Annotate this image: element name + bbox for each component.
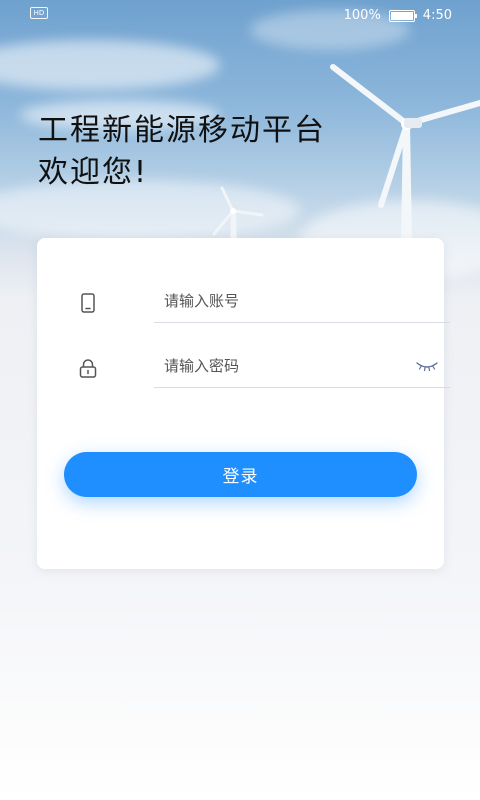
page-title-line1: 工程新能源移动平台 <box>38 113 326 148</box>
battery-percent: 100% <box>343 8 381 23</box>
page-title: 工程新能源移动平台 欢迎您! <box>38 110 326 194</box>
battery-level-fill <box>390 11 413 20</box>
account-input[interactable] <box>154 280 450 323</box>
password-field <box>77 345 450 389</box>
lock-icon <box>79 359 97 378</box>
phone-icon <box>81 293 95 313</box>
password-input[interactable] <box>154 345 450 388</box>
hd-icon: HD <box>30 7 48 19</box>
login-button-label: 登录 <box>222 467 259 487</box>
status-bar: HD 100% 4:50 <box>0 0 480 32</box>
page-title-line2: 欢迎您! <box>38 155 149 190</box>
login-card: 登录 <box>37 238 450 569</box>
battery-icon <box>388 9 417 22</box>
eye-closed-icon[interactable] <box>415 358 439 374</box>
login-button[interactable]: 登录 <box>64 452 417 497</box>
account-field <box>77 280 450 324</box>
hd-label: HD <box>33 9 45 17</box>
clock: 4:50 <box>422 8 452 23</box>
